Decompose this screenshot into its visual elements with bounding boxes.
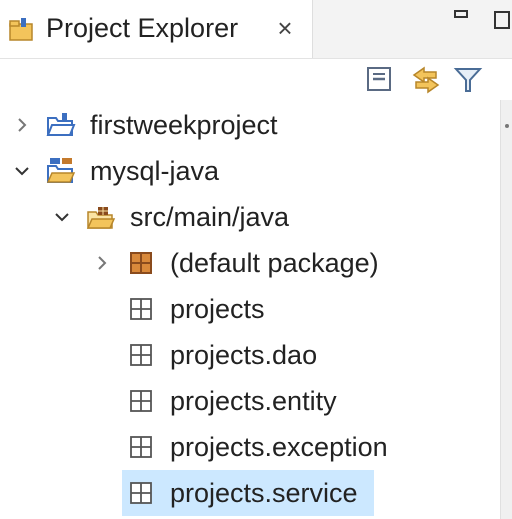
tree-item-projects-entity[interactable]: projects.entity: [0, 378, 500, 424]
empty-package-icon: [130, 436, 152, 458]
minimize-icon[interactable]: [452, 8, 472, 26]
chevron-right-icon[interactable]: [12, 115, 32, 135]
maximize-icon[interactable]: [492, 8, 512, 32]
empty-package-icon: [130, 482, 152, 504]
chevron-down-icon[interactable]: [12, 161, 32, 181]
empty-package-icon: [130, 390, 152, 412]
tree-item-projects-service[interactable]: projects.service: [0, 470, 500, 516]
tree-item-label: firstweekproject: [90, 110, 278, 140]
tree-item-label: src/main/java: [130, 202, 290, 232]
tree-item-label: mysql-java: [90, 156, 220, 186]
project-explorer-icon: [9, 18, 33, 41]
tree-item-firstweekproject[interactable]: firstweekproject: [0, 102, 500, 148]
tree-item-label: projects: [170, 294, 265, 324]
empty-package-icon: [130, 298, 152, 320]
source-folder-icon: [86, 207, 116, 229]
project-explorer-view: Project Explorer × firstweekproject mysq…: [0, 0, 512, 519]
tab-project-explorer[interactable]: Project Explorer ×: [0, 0, 313, 58]
chevron-right-icon[interactable]: [92, 253, 112, 273]
empty-package-icon: [130, 344, 152, 366]
tree-item-label: (default package): [170, 248, 379, 278]
filter-icon[interactable]: [452, 64, 484, 96]
collapse-all-icon[interactable]: [364, 64, 396, 96]
tree-item-projects[interactable]: projects: [0, 286, 500, 332]
vertical-scrollbar[interactable]: [500, 100, 512, 519]
view-tab-bar: Project Explorer ×: [0, 0, 512, 59]
open-project-icon: [46, 113, 76, 136]
tree-item-label: projects.service: [170, 478, 358, 508]
package-icon: [130, 252, 152, 274]
tree-item-label: projects.dao: [170, 340, 318, 370]
tree-item-label: projects.entity: [170, 386, 337, 416]
view-title: Project Explorer: [46, 13, 239, 43]
chevron-down-icon[interactable]: [52, 207, 72, 227]
link-with-editor-icon[interactable]: [410, 64, 442, 96]
tree-item-mysql-java[interactable]: mysql-java: [0, 148, 500, 194]
tree-item-src-main-java[interactable]: src/main/java: [0, 194, 500, 240]
scrollbar-marker: [505, 124, 509, 128]
tree-item-projects-dao[interactable]: projects.dao: [0, 332, 500, 378]
tree-item-projects-exception[interactable]: projects.exception: [0, 424, 500, 470]
tree-item-label: projects.exception: [170, 432, 388, 462]
tree-item-default-package[interactable]: (default package): [0, 240, 500, 286]
maven-project-icon: [46, 158, 76, 183]
close-icon[interactable]: ×: [271, 12, 299, 44]
